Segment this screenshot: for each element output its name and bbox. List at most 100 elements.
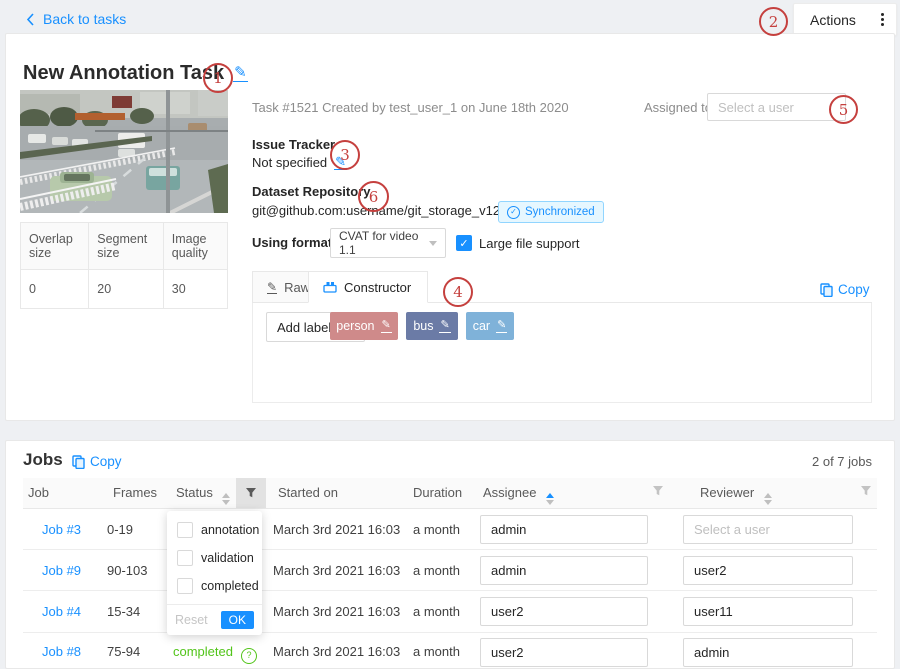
filter-funnel-icon (652, 485, 664, 497)
filter-option-annotation[interactable]: annotation (167, 516, 262, 544)
tab-raw-label: Raw (284, 280, 310, 295)
filter-reset-button[interactable]: Reset (175, 613, 208, 627)
param-value: 0 (21, 270, 89, 309)
frames-cell: 15-34 (107, 604, 140, 619)
sort-icons[interactable] (764, 493, 772, 505)
assigned-to-input[interactable] (707, 93, 846, 121)
reviewer-input[interactable] (683, 638, 853, 667)
sync-status-badge[interactable]: ✓ Synchronized (498, 201, 604, 223)
labels-copy-button[interactable]: Copy (820, 282, 870, 297)
copy-icon (820, 283, 833, 297)
reviewer-input[interactable] (683, 556, 853, 585)
filter-ok-button[interactable]: OK (221, 611, 254, 629)
param-value: 30 (163, 270, 227, 309)
col-reviewer[interactable]: Reviewer (700, 485, 772, 505)
tab-raw[interactable]: ✎ Raw (252, 271, 309, 303)
back-to-tasks-label: Back to tasks (43, 11, 126, 27)
job-link[interactable]: Job #3 (42, 522, 81, 537)
frames-cell: 0-19 (107, 522, 133, 537)
reviewer-input[interactable] (683, 515, 853, 544)
label-edit-icon[interactable]: ✎ (496, 320, 507, 333)
filter-option-label: completed (201, 579, 259, 593)
back-to-tasks-link[interactable]: Back to tasks (26, 11, 126, 27)
marker-4: 4 (443, 277, 473, 307)
job-link[interactable]: Job #9 (42, 563, 81, 578)
assignee-input[interactable] (480, 597, 648, 626)
param-value: 20 (89, 270, 164, 309)
filter-funnel-icon (245, 487, 257, 499)
using-format-label: Using format: (252, 235, 337, 250)
jobs-title: Jobs (23, 450, 63, 470)
param-header: Image quality (163, 223, 227, 270)
param-header: Overlap size (21, 223, 89, 270)
reviewer-filter-button[interactable] (860, 485, 872, 500)
label-chip-text: bus (413, 319, 433, 333)
marker-6: 6 (358, 181, 389, 212)
status-filter-button[interactable] (236, 478, 266, 508)
job-link[interactable]: Job #8 (42, 644, 81, 659)
reviewer-input[interactable] (683, 597, 853, 626)
duration-cell: a month (413, 522, 460, 537)
checkbox-icon[interactable] (177, 550, 193, 566)
pencil-icon: ✎ (267, 281, 277, 294)
task-preview-image (20, 90, 228, 213)
check-circle-icon: ✓ (507, 206, 520, 219)
started-cell: March 3rd 2021 16:03 (273, 563, 400, 578)
label-chip-text: person (336, 319, 374, 333)
label-chip-bus[interactable]: bus ✎ (406, 312, 458, 340)
job-link[interactable]: Job #4 (42, 604, 81, 619)
label-chip-text: car (473, 319, 490, 333)
tab-constructor-label: Constructor (344, 280, 411, 295)
status-cell: completed? (173, 644, 257, 664)
jobs-card (5, 440, 895, 669)
assignee-filter-button[interactable] (652, 485, 664, 500)
chevron-left-icon (26, 13, 35, 26)
label-chip-car[interactable]: car ✎ (466, 312, 514, 340)
filter-option-completed[interactable]: completed (167, 572, 262, 600)
assignee-input[interactable] (480, 638, 648, 667)
large-file-support-checkbox[interactable]: ✓ (456, 235, 472, 251)
label-chip-person[interactable]: person ✎ (330, 312, 398, 340)
label-edit-icon[interactable]: ✎ (381, 320, 392, 333)
tab-constructor[interactable]: Constructor (308, 271, 428, 303)
task-title-edit-icon[interactable]: ✎ (233, 65, 248, 82)
frames-cell: 90-103 (107, 563, 147, 578)
duration-cell: a month (413, 644, 460, 659)
sort-icons[interactable] (222, 493, 230, 505)
task-meta: Task #1521 Created by test_user_1 on Jun… (252, 100, 569, 115)
question-circle-icon[interactable]: ? (241, 648, 257, 664)
col-assignee[interactable]: Assignee (483, 485, 554, 505)
col-started: Started on (278, 485, 338, 500)
col-status[interactable]: Status (176, 485, 230, 505)
copy-icon (72, 455, 85, 469)
row-divider (23, 590, 877, 591)
marker-3: 3 (330, 140, 360, 170)
jobs-copy-button[interactable]: Copy (72, 454, 122, 469)
sort-icons[interactable] (546, 493, 554, 505)
actions-button[interactable]: Actions (793, 3, 897, 36)
param-header: Segment size (89, 223, 164, 270)
col-job: Job (28, 485, 49, 500)
labels-copy-label: Copy (838, 282, 870, 297)
format-select-value: CVAT for video 1.1 (339, 229, 429, 257)
issue-tracker-value: Not specified (252, 155, 327, 170)
filter-option-label: annotation (201, 523, 259, 537)
label-edit-icon[interactable]: ✎ (439, 320, 450, 333)
filter-funnel-icon (860, 485, 872, 497)
jobs-copy-label: Copy (90, 454, 122, 469)
large-file-support-label: Large file support (479, 236, 579, 251)
filter-option-label: validation (201, 551, 254, 565)
row-divider (23, 549, 877, 550)
actions-label: Actions (810, 12, 856, 28)
row-divider (23, 632, 877, 633)
assignee-input[interactable] (480, 556, 648, 585)
status-filter-dropdown: annotation validation completed Reset OK (167, 511, 262, 635)
checkbox-icon[interactable] (177, 578, 193, 594)
filter-option-validation[interactable]: validation (167, 544, 262, 572)
checkbox-icon[interactable] (177, 522, 193, 538)
task-title: New Annotation Task (23, 62, 224, 85)
frames-cell: 75-94 (107, 644, 140, 659)
task-params-table: Overlap size Segment size Image quality … (20, 222, 228, 309)
assignee-input[interactable] (480, 515, 648, 544)
format-select[interactable]: CVAT for video 1.1 (330, 228, 446, 258)
